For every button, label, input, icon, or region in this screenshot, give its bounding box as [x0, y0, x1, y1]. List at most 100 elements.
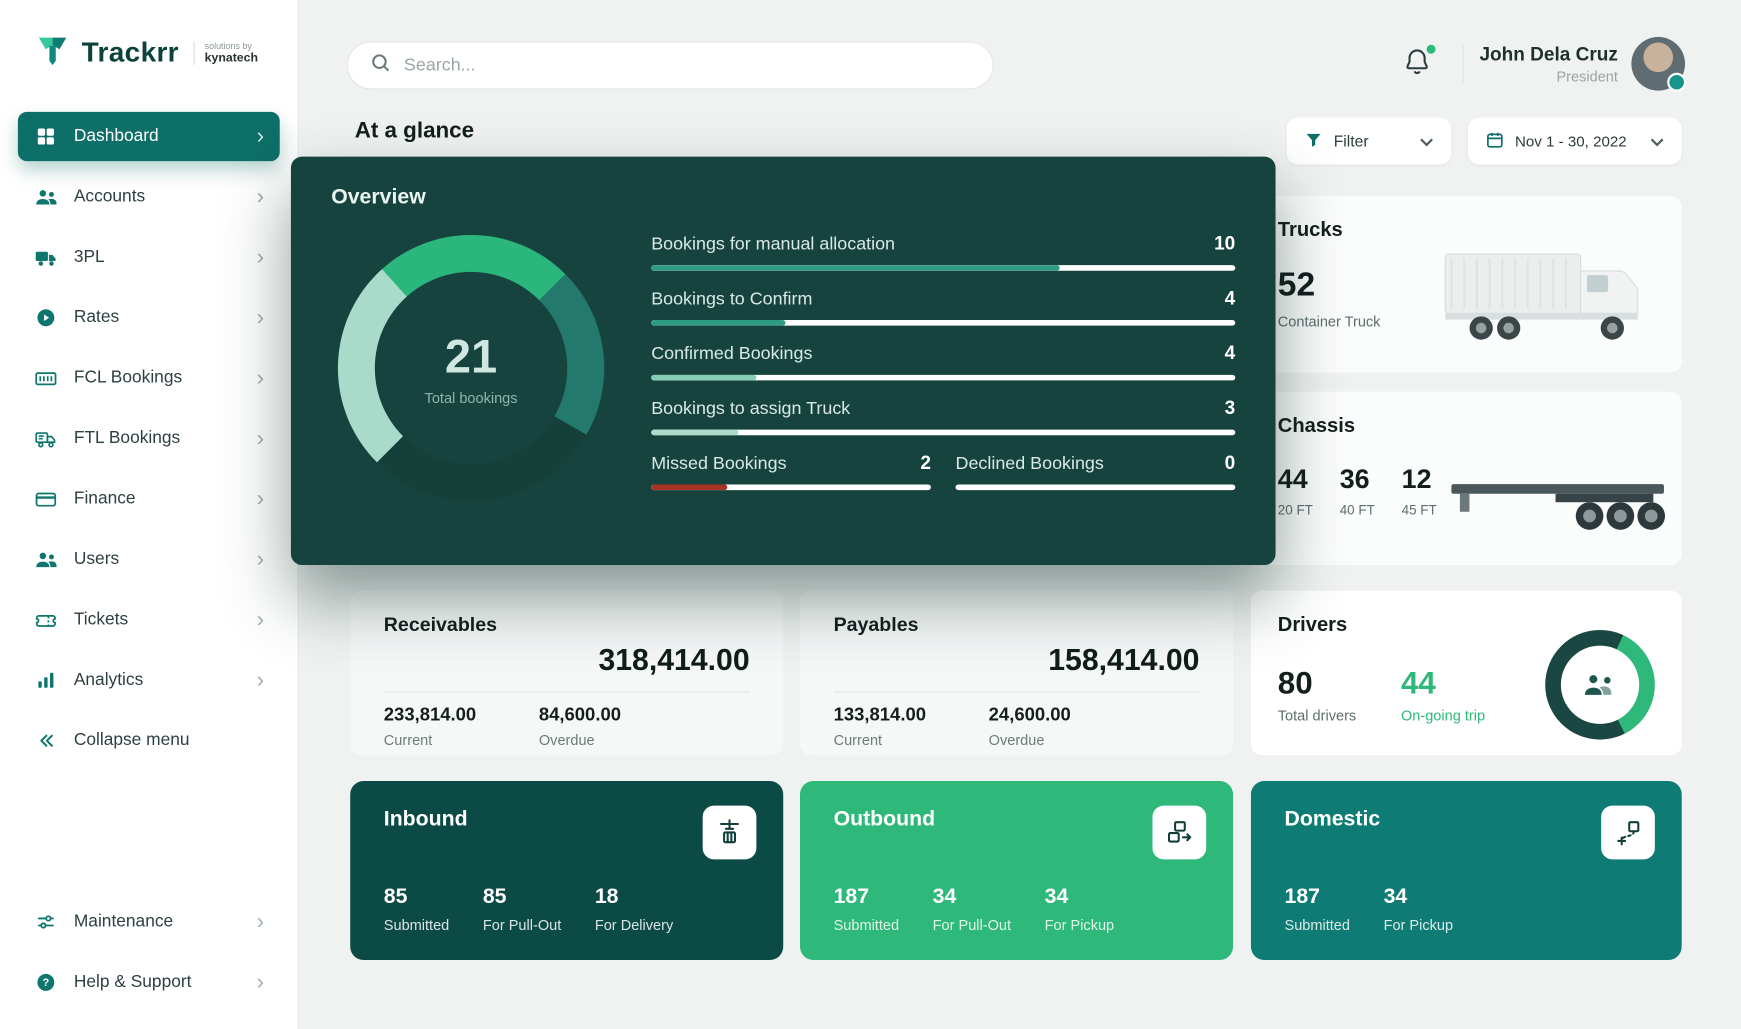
sidebar-item-finance[interactable]: Finance ›	[18, 474, 280, 523]
chevron-right-icon: ›	[257, 186, 264, 208]
chevron-right-icon: ›	[257, 246, 264, 268]
sidebar-item-label: Analytics	[74, 670, 143, 690]
progress-value: 0	[1225, 452, 1236, 474]
sidebar-item-label: Finance	[74, 489, 136, 509]
donut-center: 21 Total bookings	[338, 235, 604, 501]
progress-track	[651, 430, 1235, 436]
inbound-for-delivery: 18 For Delivery	[595, 885, 673, 933]
sidebar-item-label: 3PL	[74, 247, 105, 267]
crane-container-icon	[703, 806, 757, 860]
stat-label: Submitted	[834, 916, 900, 933]
date-range-picker[interactable]: Nov 1 - 30, 2022	[1468, 117, 1682, 164]
progress-fill	[651, 320, 785, 326]
brand-tagline-line2: kynatech	[205, 51, 258, 65]
search-icon	[370, 53, 390, 79]
sidebar-item-ftl-bookings[interactable]: FTL Bookings ›	[18, 414, 280, 463]
notification-bell-icon[interactable]	[1403, 47, 1437, 83]
svg-text:?: ?	[42, 977, 49, 989]
trackrr-logo-icon	[34, 31, 72, 75]
receivables-overdue: 84,600.00 Overdue	[539, 705, 621, 749]
overdue-value: 24,600.00	[989, 705, 1071, 726]
progress-fill	[651, 430, 739, 436]
user-profile[interactable]: John Dela Cruz President	[1475, 37, 1685, 91]
outbound-for-pull-out: 34 For Pull-Out	[933, 885, 1011, 933]
sidebar-item-label: Help & Support	[74, 972, 192, 992]
payables-current: 133,814.00 Current	[834, 705, 926, 749]
total-bookings-value: 21	[445, 330, 497, 384]
ongoing-trip-value: 44	[1401, 666, 1485, 702]
chevron-down-icon	[1650, 133, 1663, 150]
progress-track	[651, 484, 931, 490]
sidebar-item-label: Rates	[74, 308, 119, 328]
overview-title: Overview	[331, 186, 1235, 211]
search-bar	[347, 41, 994, 89]
filter-button[interactable]: Filter	[1287, 117, 1451, 164]
stat-label: Submitted	[384, 916, 450, 933]
people-group-icon	[1580, 670, 1620, 699]
stat-value: 187	[1284, 885, 1350, 910]
progress-label: Declined Bookings	[956, 454, 1104, 474]
divider	[834, 691, 1200, 692]
receivables-title: Receivables	[384, 613, 750, 636]
double-chevron-left-icon	[34, 728, 59, 753]
user-role: President	[1479, 68, 1617, 85]
stat-label: Submitted	[1284, 916, 1350, 933]
payables-card: Payables 158,414.00 133,814.00 Current 2…	[800, 591, 1233, 755]
overview-card: Overview 21 Total bookings Bookings for …	[291, 157, 1276, 565]
receivables-current: 233,814.00 Current	[384, 705, 476, 749]
progress-row-assign-truck: Bookings to assign Truck 3	[651, 397, 1235, 435]
chassis-trailer-image	[1449, 457, 1673, 548]
sidebar-item-label: Tickets	[74, 610, 128, 630]
notification-dot	[1427, 45, 1436, 54]
stat-value: 36	[1340, 464, 1375, 495]
chevron-right-icon: ›	[257, 488, 264, 510]
progress-track	[651, 265, 1235, 271]
sidebar-item-rates[interactable]: Rates ›	[18, 293, 280, 342]
sidebar-item-3pl[interactable]: 3PL ›	[18, 233, 280, 282]
sidebar-item-maintenance[interactable]: Maintenance ›	[18, 897, 280, 946]
sidebar-item-accounts[interactable]: Accounts ›	[18, 172, 280, 221]
dashboard-grid-icon	[34, 124, 59, 149]
sidebar-item-users[interactable]: Users ›	[18, 535, 280, 584]
sidebar-item-analytics[interactable]: Analytics ›	[18, 656, 280, 705]
sidebar: Trackrr solutions by kynatech Dashboard …	[0, 0, 299, 1029]
sidebar-item-label: Accounts	[74, 187, 145, 207]
stat-label: For Pull-Out	[933, 916, 1011, 933]
receivables-card: Receivables 318,414.00 233,814.00 Curren…	[350, 591, 783, 755]
drivers-donut-chart	[1545, 630, 1655, 740]
sidebar-item-help-support[interactable]: ? Help & Support ›	[18, 958, 280, 1007]
avatar	[1631, 37, 1685, 91]
stat-value: 34	[1045, 885, 1115, 910]
sidebar-item-dashboard[interactable]: Dashboard ›	[18, 112, 280, 161]
sidebar-item-collapse-menu[interactable]: Collapse menu	[18, 716, 280, 765]
current-value: 233,814.00	[384, 705, 476, 726]
drivers-card: Drivers 80 Total drivers 44 On-going tri…	[1251, 591, 1682, 755]
inbound-title: Inbound	[384, 808, 750, 833]
sidebar-item-tickets[interactable]: Tickets ›	[18, 595, 280, 644]
inbound-for-pull-out: 85 For Pull-Out	[483, 885, 561, 933]
stat-label: For Pickup	[1045, 916, 1115, 933]
chassis-card: Chassis 44 20 FT 36 40 FT 12 45 FT	[1251, 392, 1682, 565]
outbound-for-pickup: 34 For Pickup	[1045, 885, 1115, 933]
domestic-for-pickup: 34 For Pickup	[1384, 885, 1454, 933]
total-drivers-value: 80	[1278, 666, 1356, 702]
outbound-card: Outbound 187 Submitted 34 For Pull-Out 3…	[800, 781, 1233, 960]
sidebar-item-fcl-bookings[interactable]: FCL Bookings ›	[18, 354, 280, 403]
stat-label: 20 FT	[1278, 502, 1313, 518]
stat-label: For Delivery	[595, 916, 673, 933]
progress-label: Confirmed Bookings	[651, 345, 812, 365]
chevron-right-icon: ›	[257, 669, 264, 691]
drivers-ongoing: 44 On-going trip	[1401, 666, 1485, 724]
overdue-value: 84,600.00	[539, 705, 621, 726]
domestic-card: Domestic 187 Submitted 34 For Pickup	[1251, 781, 1682, 960]
sidebar-item-label: Users	[74, 549, 119, 569]
bookings-donut-chart: 21 Total bookings	[338, 235, 604, 501]
payables-overdue: 24,600.00 Overdue	[989, 705, 1071, 749]
container-truck-image	[1438, 235, 1671, 357]
progress-row-manual-allocation: Bookings for manual allocation 10	[651, 233, 1235, 271]
truck-icon	[34, 245, 59, 270]
topbar-divider	[1462, 45, 1463, 85]
search-input[interactable]	[404, 55, 970, 75]
progress-fill	[651, 265, 1060, 271]
current-label: Current	[384, 732, 476, 749]
